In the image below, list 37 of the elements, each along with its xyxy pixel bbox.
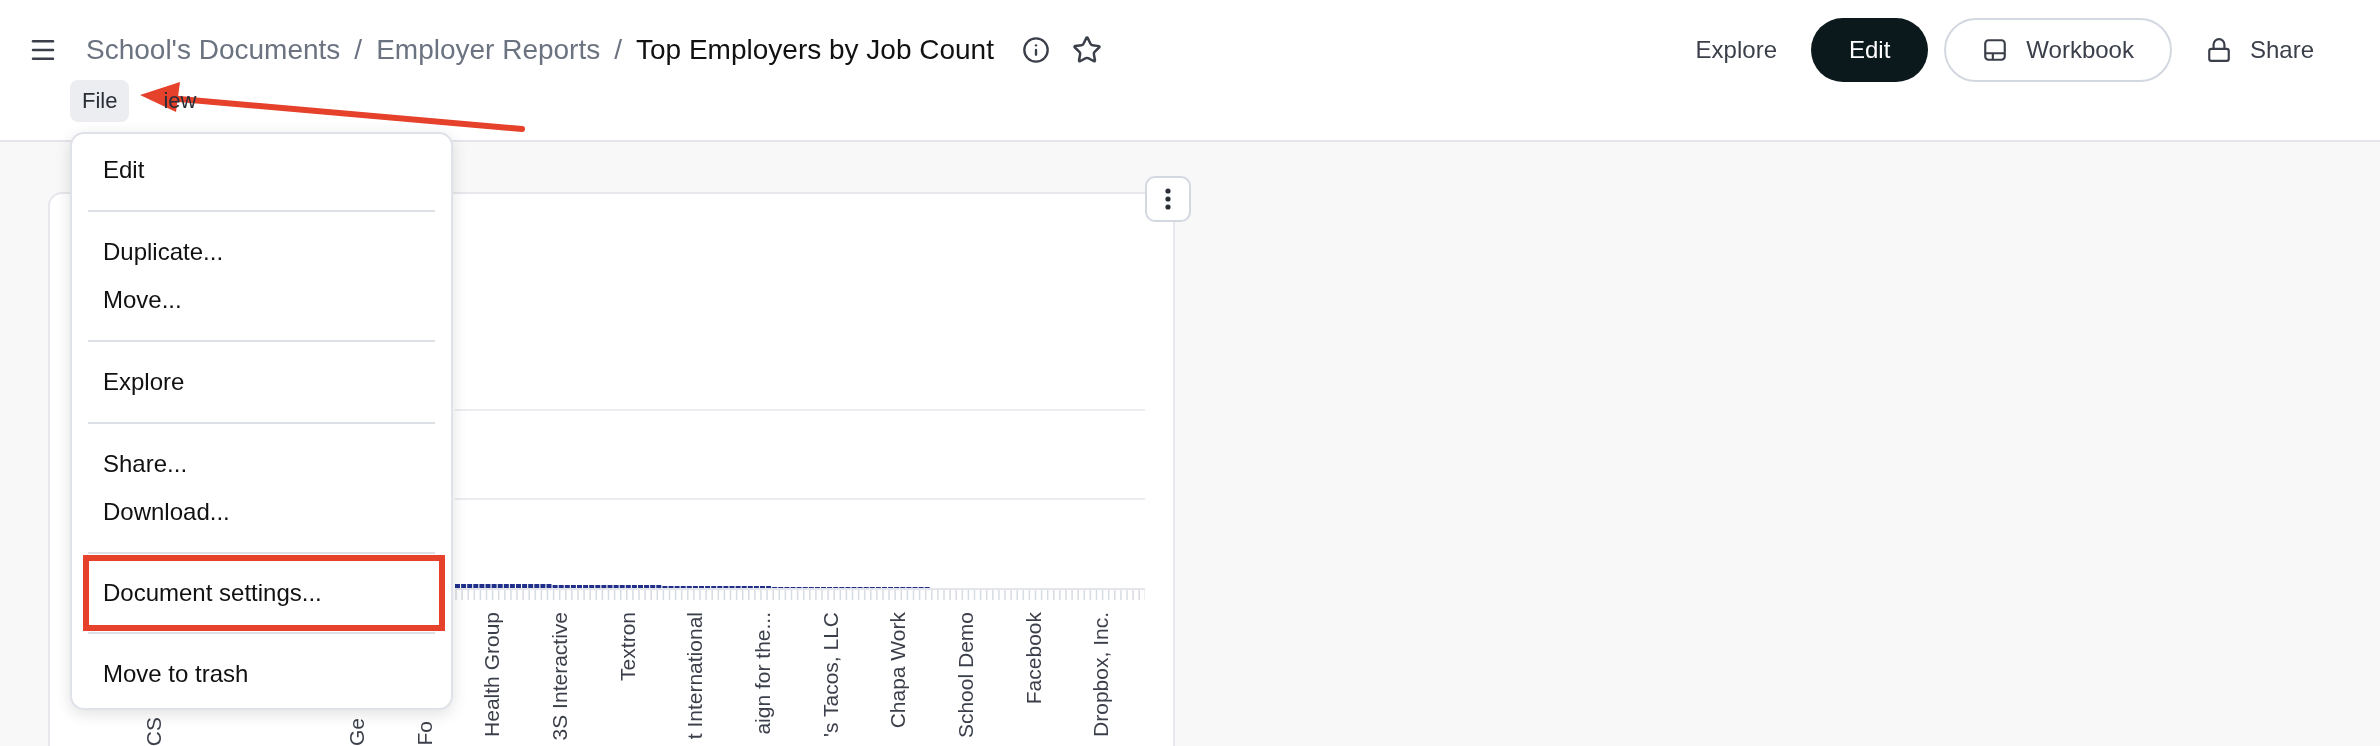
explore-button[interactable]: Explore [1677, 18, 1795, 82]
axis-label: t International [683, 612, 708, 740]
menu-item[interactable]: Move... [72, 276, 451, 324]
panel-layout-icon [1982, 37, 2009, 63]
breadcrumb-separator: / [614, 34, 622, 66]
menu-bar-item[interactable]: File [70, 80, 130, 122]
breadcrumb-separator: / [354, 34, 363, 66]
axis-label: CS [141, 716, 166, 746]
breadcrumb-link[interactable]: School's Documents [86, 34, 341, 66]
document-title: Top Employers by Job Count [636, 34, 994, 66]
axis-label: Chapa Work [886, 612, 911, 729]
more-options-button[interactable] [1145, 176, 1191, 222]
workbook-button[interactable]: Workbook [1944, 18, 2172, 82]
axis-label: 's Tacos, LLC [818, 612, 843, 737]
more-options-icon [1165, 188, 1171, 210]
menu-item[interactable]: Download... [72, 488, 451, 536]
star-icon[interactable] [1072, 35, 1102, 65]
axis-label: School Demo [954, 612, 979, 739]
edit-button[interactable]: Edit [1811, 18, 1929, 82]
info-icon[interactable] [1022, 36, 1050, 64]
axis-label: Ge [344, 718, 369, 746]
axis-label: Facebook [1021, 612, 1046, 705]
menu-item[interactable]: Move to trash [72, 650, 451, 698]
menu-item[interactable]: Duplicate... [72, 228, 451, 276]
menu-item[interactable]: Explore [72, 358, 451, 406]
breadcrumb-link[interactable]: Employer Reports [376, 34, 601, 66]
share-button[interactable]: Share [2187, 18, 2332, 82]
lock-icon [2205, 37, 2232, 63]
axis-label: 3S Interactive [547, 612, 572, 741]
axis-label: Textron [615, 612, 640, 681]
axis-label: aign for the... [751, 612, 776, 735]
menu-item[interactable]: Share... [72, 440, 451, 488]
axis-label: Fo [412, 721, 437, 746]
axis-label: Health Group [480, 612, 505, 737]
menu-item[interactable]: Document settings... [83, 555, 445, 631]
menu-item[interactable]: Edit [72, 146, 451, 194]
axis-label: Dropbox, Inc. [1089, 612, 1114, 737]
